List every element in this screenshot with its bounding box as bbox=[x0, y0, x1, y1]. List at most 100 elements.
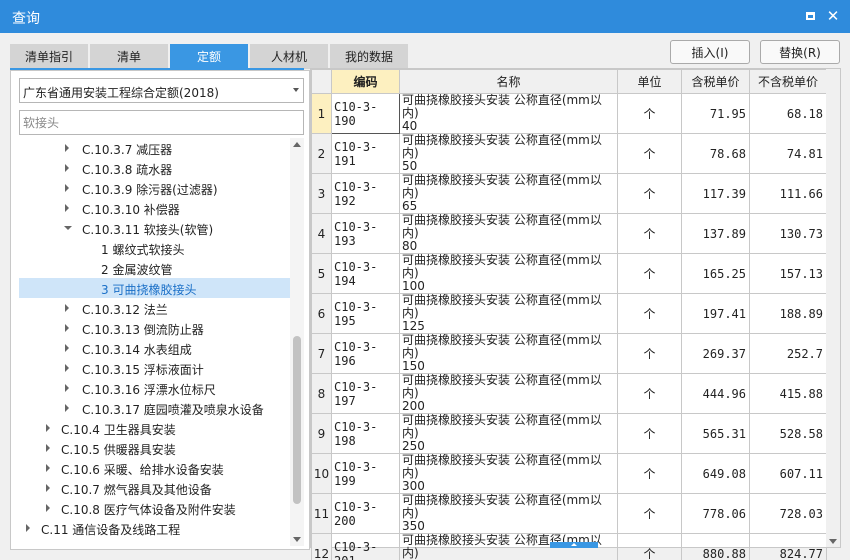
expand-arrow-icon[interactable] bbox=[65, 184, 69, 192]
insert-button[interactable]: 插入(I) bbox=[670, 40, 750, 64]
expand-arrow-icon[interactable] bbox=[46, 464, 50, 472]
cell-price-tax[interactable]: 565.31 bbox=[681, 413, 750, 454]
expand-arrow-icon[interactable] bbox=[65, 304, 69, 312]
cell-code[interactable]: C10-3-190 bbox=[331, 93, 400, 134]
expand-arrow-icon[interactable] bbox=[46, 484, 50, 492]
cell-name[interactable]: 可曲挠橡胶接头安装 公称直径(mm以内) 40 bbox=[399, 93, 618, 134]
cell-name[interactable]: 可曲挠橡胶接头安装 公称直径(mm以内) 300 bbox=[399, 453, 618, 494]
table-row[interactable]: 2 C10-3-191 可曲挠橡胶接头安装 公称直径(mm以内) 50 个 78.… bbox=[311, 133, 827, 174]
scroll-up-icon[interactable] bbox=[293, 142, 301, 147]
tree-node[interactable]: C.10.3.10 补偿器 bbox=[19, 198, 290, 218]
tree-node[interactable]: C.10.3.7 减压器 bbox=[19, 138, 290, 158]
table-row[interactable]: 9 C10-3-198 可曲挠橡胶接头安装 公称直径(mm以内) 250 个 56… bbox=[311, 413, 827, 454]
expand-arrow-icon[interactable] bbox=[46, 444, 50, 452]
close-button[interactable]: ✕ bbox=[824, 7, 842, 25]
cell-unit[interactable]: 个 bbox=[617, 533, 682, 560]
cell-code[interactable]: C10-3-199 bbox=[331, 453, 400, 494]
cell-code[interactable]: C10-3-196 bbox=[331, 333, 400, 374]
cell-code[interactable]: C10-3-192 bbox=[331, 173, 400, 214]
column-header-price-tax[interactable]: 含税单价 bbox=[681, 69, 750, 94]
cell-unit[interactable]: 个 bbox=[617, 493, 682, 534]
cell-price-notax[interactable]: 607.11 bbox=[749, 453, 827, 494]
tree-node[interactable]: C.10.3.11 软接头(软管) bbox=[19, 218, 290, 238]
panel-splitter[interactable] bbox=[550, 542, 598, 548]
expand-arrow-icon[interactable] bbox=[65, 344, 69, 352]
cell-code[interactable]: C10-3-200 bbox=[331, 493, 400, 534]
scroll-down-icon[interactable] bbox=[829, 539, 837, 544]
cell-price-tax[interactable]: 880.88 bbox=[681, 533, 750, 560]
cell-price-notax[interactable]: 528.58 bbox=[749, 413, 827, 454]
cell-code[interactable]: C10-3-191 bbox=[331, 133, 400, 174]
cell-price-notax[interactable]: 130.73 bbox=[749, 213, 827, 254]
tree-node[interactable]: C.10.4 卫生器具安装 bbox=[19, 418, 290, 438]
table-row[interactable]: 4 C10-3-193 可曲挠橡胶接头安装 公称直径(mm以内) 80 个 137… bbox=[311, 213, 827, 254]
cell-name[interactable]: 可曲挠橡胶接头安装 公称直径(mm以内) 350 bbox=[399, 493, 618, 534]
tree-node[interactable]: C.10.3.13 倒流防止器 bbox=[19, 318, 290, 338]
cell-unit[interactable]: 个 bbox=[617, 413, 682, 454]
cell-price-tax[interactable]: 117.39 bbox=[681, 173, 750, 214]
maximize-button[interactable] bbox=[801, 7, 819, 25]
cell-price-notax[interactable]: 74.81 bbox=[749, 133, 827, 174]
expand-arrow-icon[interactable] bbox=[46, 424, 50, 432]
cell-unit[interactable]: 个 bbox=[617, 453, 682, 494]
expand-arrow-icon[interactable] bbox=[65, 404, 69, 412]
cell-code[interactable]: C10-3-193 bbox=[331, 213, 400, 254]
table-row[interactable]: 8 C10-3-197 可曲挠橡胶接头安装 公称直径(mm以内) 200 个 44… bbox=[311, 373, 827, 414]
cell-price-notax[interactable]: 68.18 bbox=[749, 93, 827, 134]
cell-code[interactable]: C10-3-197 bbox=[331, 373, 400, 414]
table-row[interactable]: 1 C10-3-190 可曲挠橡胶接头安装 公称直径(mm以内) 40 个 71.… bbox=[311, 93, 827, 134]
cell-price-tax[interactable]: 269.37 bbox=[681, 333, 750, 374]
cell-unit[interactable]: 个 bbox=[617, 133, 682, 174]
tab-labor-materials[interactable]: 人材机 bbox=[250, 44, 328, 69]
table-row[interactable]: 7 C10-3-196 可曲挠橡胶接头安装 公称直径(mm以内) 150 个 26… bbox=[311, 333, 827, 374]
cell-unit[interactable]: 个 bbox=[617, 253, 682, 294]
cell-price-notax[interactable]: 415.88 bbox=[749, 373, 827, 414]
tree-scrollbar[interactable] bbox=[290, 138, 304, 546]
tree-node[interactable]: C.10.3.15 浮标液面计 bbox=[19, 358, 290, 378]
cell-name[interactable]: 可曲挠橡胶接头安装 公称直径(mm以内) 150 bbox=[399, 333, 618, 374]
cell-price-notax[interactable]: 728.03 bbox=[749, 493, 827, 534]
expand-arrow-icon[interactable] bbox=[65, 204, 69, 212]
cell-name[interactable]: 可曲挠橡胶接头安装 公称直径(mm以内) 125 bbox=[399, 293, 618, 334]
table-row[interactable]: 10 C10-3-199 可曲挠橡胶接头安装 公称直径(mm以内) 300 个 6… bbox=[311, 453, 827, 494]
cell-price-notax[interactable]: 188.89 bbox=[749, 293, 827, 334]
cell-unit[interactable]: 个 bbox=[617, 213, 682, 254]
tree-node[interactable]: C.10.3.12 法兰 bbox=[19, 298, 290, 318]
cell-unit[interactable]: 个 bbox=[617, 293, 682, 334]
table-row[interactable]: 6 C10-3-195 可曲挠橡胶接头安装 公称直径(mm以内) 125 个 19… bbox=[311, 293, 827, 334]
cell-price-tax[interactable]: 444.96 bbox=[681, 373, 750, 414]
tree-node[interactable]: C.11 通信设备及线路工程 bbox=[19, 518, 290, 538]
cell-unit[interactable]: 个 bbox=[617, 333, 682, 374]
tree-node[interactable]: C.10.3.9 除污器(过滤器) bbox=[19, 178, 290, 198]
tab-list[interactable]: 清单 bbox=[90, 44, 168, 69]
cell-unit[interactable]: 个 bbox=[617, 173, 682, 214]
expand-arrow-icon[interactable] bbox=[65, 144, 69, 152]
cell-name[interactable]: 可曲挠橡胶接头安装 公称直径(mm以内) 100 bbox=[399, 253, 618, 294]
cell-price-notax[interactable]: 111.66 bbox=[749, 173, 827, 214]
column-header-unit[interactable]: 单位 bbox=[617, 69, 682, 94]
cell-price-tax[interactable]: 71.95 bbox=[681, 93, 750, 134]
tree-leaf[interactable]: 2 金属波纹管 bbox=[19, 258, 290, 278]
cell-code[interactable]: C10-3-194 bbox=[331, 253, 400, 294]
tree-node[interactable]: C.10.3.14 水表组成 bbox=[19, 338, 290, 358]
table-row[interactable]: 5 C10-3-194 可曲挠橡胶接头安装 公称直径(mm以内) 100 个 16… bbox=[311, 253, 827, 294]
expand-arrow-icon[interactable] bbox=[65, 164, 69, 172]
column-header-name[interactable]: 名称 bbox=[399, 69, 618, 94]
tab-my-data[interactable]: 我的数据 bbox=[330, 44, 408, 69]
tab-list-guide[interactable]: 清单指引 bbox=[10, 44, 88, 69]
table-row[interactable]: 11 C10-3-200 可曲挠橡胶接头安装 公称直径(mm以内) 350 个 7… bbox=[311, 493, 827, 534]
tree-node[interactable]: C.10.5 供暖器具安装 bbox=[19, 438, 290, 458]
expand-arrow-icon[interactable] bbox=[46, 504, 50, 512]
column-header-price-notax[interactable]: 不含税单价 bbox=[749, 69, 827, 94]
cell-code[interactable]: C10-3-195 bbox=[331, 293, 400, 334]
cell-price-notax[interactable]: 157.13 bbox=[749, 253, 827, 294]
cell-name[interactable]: 可曲挠橡胶接头安装 公称直径(mm以内) 65 bbox=[399, 173, 618, 214]
cell-price-tax[interactable]: 78.68 bbox=[681, 133, 750, 174]
scrollbar-thumb[interactable] bbox=[293, 336, 301, 504]
expand-arrow-icon[interactable] bbox=[65, 384, 69, 392]
expand-arrow-icon[interactable] bbox=[65, 364, 69, 372]
search-input[interactable] bbox=[19, 110, 304, 135]
cell-price-tax[interactable]: 649.08 bbox=[681, 453, 750, 494]
collapse-arrow-icon[interactable] bbox=[64, 226, 72, 230]
cell-name[interactable]: 可曲挠橡胶接头安装 公称直径(mm以内) 250 bbox=[399, 413, 618, 454]
